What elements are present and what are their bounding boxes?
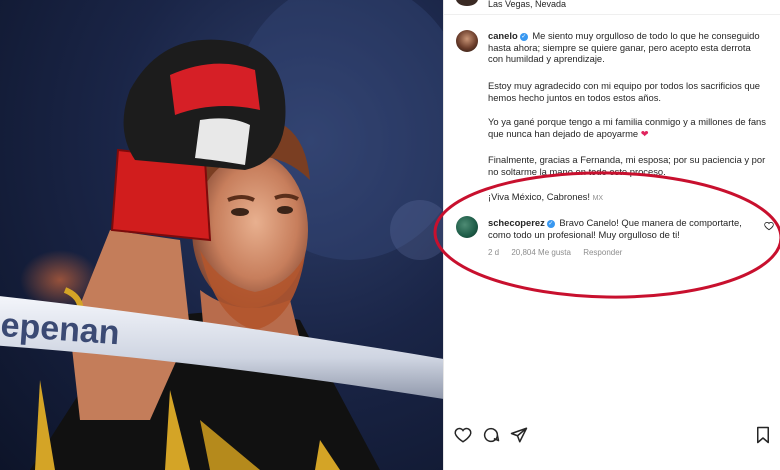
post-details-panel: Las Vegas, Nevada canelo ✓ Me siento muy …: [443, 0, 780, 470]
reply-link[interactable]: Responder: [583, 248, 622, 257]
share-icon[interactable]: [510, 426, 528, 444]
heart-icon[interactable]: [454, 426, 472, 444]
caption-block-3: Yo ya gané porque tengo a mi familia con…: [488, 116, 768, 139]
header-avatar[interactable]: [456, 0, 478, 6]
boxer-illustration: epenan: [0, 0, 443, 470]
post-caption: canelo ✓ Me siento muy orgulloso de todo …: [488, 30, 768, 65]
caption-paragraph-1: Me siento muy orgulloso de todo lo que h…: [488, 30, 760, 65]
commenter-avatar[interactable]: [456, 216, 478, 238]
bookmark-icon[interactable]: [755, 426, 771, 444]
post-header: Las Vegas, Nevada: [444, 0, 780, 15]
comment-meta: 2 d 20,804 Me gusta Responder: [488, 248, 632, 257]
location-label[interactable]: Las Vegas, Nevada: [488, 0, 566, 9]
caption-block-5: ¡Viva México, Cabrones! MX: [488, 191, 768, 205]
caption-paragraph-3: Yo ya gané porque tengo a mi familia con…: [488, 116, 766, 139]
caption-paragraph-2: Estoy muy agradecido con mi equipo por t…: [488, 80, 761, 103]
caption-block-2: Estoy muy agradecido con mi equipo por t…: [488, 80, 768, 103]
author-avatar[interactable]: [456, 30, 478, 52]
caption-block-4: Finalmente, gracias a Fernanda, mi espos…: [488, 154, 768, 177]
caption-paragraph-4: Finalmente, gracias a Fernanda, mi espos…: [488, 154, 766, 177]
highlighted-comment: schecoperez ✓ Bravo Canelo! Que manera de…: [488, 217, 758, 240]
caption-paragraph-5: ¡Viva México, Cabrones!: [488, 191, 590, 202]
heart-emoji-icon: ❤: [640, 127, 649, 139]
commenter-username[interactable]: schecoperez: [488, 217, 545, 228]
post-photo: epenan: [0, 0, 443, 470]
verified-badge-icon: ✓: [519, 32, 528, 41]
comment-time: 2 d: [488, 248, 500, 257]
comment-icon[interactable]: [482, 426, 500, 444]
mexico-flag-label: MX: [592, 195, 604, 202]
author-username[interactable]: canelo: [488, 30, 518, 41]
commenter-verified-icon: ✓: [546, 219, 555, 228]
post-action-bar: [444, 426, 780, 448]
comment-likes[interactable]: 20,804 Me gusta: [511, 248, 571, 257]
comment-like-heart-icon[interactable]: [764, 221, 774, 231]
